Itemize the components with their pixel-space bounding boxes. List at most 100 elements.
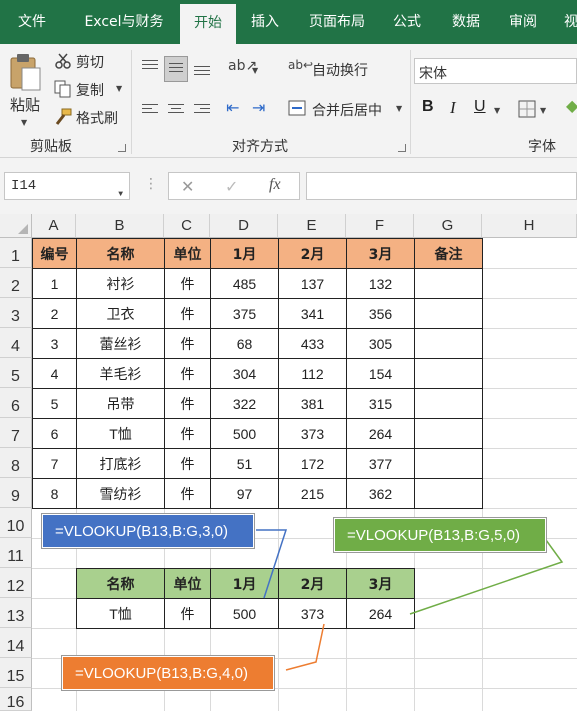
cell-mar[interactable]: 132 (346, 268, 415, 299)
row-header-9[interactable]: 9 (0, 478, 32, 508)
cell-name[interactable]: T恤 (76, 418, 165, 449)
decrease-indent-icon[interactable]: ⇤ (226, 98, 239, 117)
cell-note[interactable] (414, 448, 483, 479)
align-bottom-icon[interactable] (194, 66, 210, 78)
cell-note[interactable] (414, 298, 483, 329)
row-header-8[interactable]: 8 (0, 448, 32, 478)
cell-feb[interactable]: 381 (278, 388, 347, 419)
cell-unit[interactable]: 件 (164, 418, 211, 449)
lookup-header-mar[interactable]: 3月 (346, 568, 415, 599)
lookup-header-name[interactable]: 名称 (76, 568, 165, 599)
cell-mar[interactable]: 377 (346, 448, 415, 479)
align-left-icon[interactable] (142, 104, 158, 116)
column-header-g[interactable]: G (414, 214, 482, 238)
row-header-11[interactable]: 11 (0, 538, 32, 568)
cancel-icon[interactable]: ✕ (181, 177, 194, 196)
cell-name[interactable]: 蕾丝衫 (76, 328, 165, 359)
increase-indent-icon[interactable]: ⇥ (252, 98, 265, 117)
row-header-13[interactable]: 13 (0, 598, 32, 628)
cell-unit[interactable]: 件 (164, 328, 211, 359)
merge-center-button[interactable]: 合并后居中 ▼ (288, 96, 408, 120)
lookup-header-jan[interactable]: 1月 (210, 568, 279, 599)
underline-button[interactable]: U (474, 98, 486, 116)
column-header-a[interactable]: A (32, 214, 76, 238)
cell-id[interactable]: 7 (32, 448, 77, 479)
bold-button[interactable]: B (422, 98, 434, 116)
cell-id[interactable]: 3 (32, 328, 77, 359)
cell-jan[interactable]: 51 (210, 448, 279, 479)
insert-function-icon[interactable]: fx (269, 176, 281, 194)
cell-note[interactable] (414, 358, 483, 389)
clipboard-launcher-icon[interactable] (118, 144, 126, 152)
font-name-select[interactable]: 宋体 (414, 58, 577, 84)
cell-name[interactable]: 雪纺衫 (76, 478, 165, 509)
cell-id[interactable]: 1 (32, 268, 77, 299)
header-cell-mar[interactable]: 3月 (346, 238, 415, 269)
lookup-cell-jan[interactable]: 500 (210, 598, 279, 629)
paste-button[interactable]: 粘贴 ▼ (4, 50, 46, 130)
cell-feb[interactable]: 172 (278, 448, 347, 479)
header-cell-id[interactable]: 编号 (32, 238, 77, 269)
cell-feb[interactable]: 137 (278, 268, 347, 299)
cell-unit[interactable]: 件 (164, 358, 211, 389)
cell-note[interactable] (414, 268, 483, 299)
align-middle-icon[interactable] (164, 56, 188, 82)
cell-name[interactable]: 打底衫 (76, 448, 165, 479)
enter-icon[interactable]: ✓ (225, 177, 238, 196)
header-cell-jan[interactable]: 1月 (210, 238, 279, 269)
select-all-corner[interactable] (0, 214, 32, 238)
cell-name[interactable]: 卫衣 (76, 298, 165, 329)
tab-excel-finance[interactable]: Excel与财务 (72, 0, 176, 44)
italic-button[interactable]: I (450, 98, 456, 118)
cell-unit[interactable]: 件 (164, 268, 211, 299)
cell-id[interactable]: 4 (32, 358, 77, 389)
formula-input[interactable] (306, 172, 577, 200)
wrap-text-button[interactable]: ab↩ 自动换行 (288, 58, 378, 80)
cell-jan[interactable]: 500 (210, 418, 279, 449)
column-header-c[interactable]: C (164, 214, 210, 238)
cell-id[interactable]: 8 (32, 478, 77, 509)
borders-icon[interactable] (518, 100, 536, 118)
cell-mar[interactable]: 356 (346, 298, 415, 329)
cell-feb[interactable]: 341 (278, 298, 347, 329)
column-header-f[interactable]: F (346, 214, 414, 238)
cell-note[interactable] (414, 328, 483, 359)
copy-button[interactable]: 复制 ▼ (54, 78, 128, 100)
cell-name[interactable]: 羊毛衫 (76, 358, 165, 389)
column-header-e[interactable]: E (278, 214, 346, 238)
header-cell-name[interactable]: 名称 (76, 238, 165, 269)
cell-mar[interactable]: 154 (346, 358, 415, 389)
lookup-header-unit[interactable]: 单位 (164, 568, 211, 599)
row-header-10[interactable]: 10 (0, 508, 32, 538)
cell-id[interactable]: 5 (32, 388, 77, 419)
align-right-icon[interactable] (194, 104, 210, 116)
column-header-b[interactable]: B (76, 214, 164, 238)
cell-unit[interactable]: 件 (164, 448, 211, 479)
row-header-6[interactable]: 6 (0, 388, 32, 418)
tab-page-layout[interactable]: 页面布局 (298, 0, 376, 44)
tab-data[interactable]: 数据 (440, 0, 492, 44)
cell-name[interactable]: 吊带 (76, 388, 165, 419)
tab-insert[interactable]: 插入 (240, 0, 290, 44)
cell-name[interactable]: 衬衫 (76, 268, 165, 299)
cut-button[interactable]: 剪切 (54, 50, 124, 72)
cell-jan[interactable]: 375 (210, 298, 279, 329)
row-header-7[interactable]: 7 (0, 418, 32, 448)
lookup-header-feb[interactable]: 2月 (278, 568, 347, 599)
tab-home[interactable]: 开始 (180, 4, 236, 44)
cell-feb[interactable]: 373 (278, 418, 347, 449)
row-header-5[interactable]: 5 (0, 358, 32, 388)
cell-note[interactable] (414, 388, 483, 419)
header-cell-feb[interactable]: 2月 (278, 238, 347, 269)
row-header-12[interactable]: 12 (0, 568, 32, 598)
cell-unit[interactable]: 件 (164, 388, 211, 419)
cell-mar[interactable]: 305 (346, 328, 415, 359)
lookup-cell-name[interactable]: T恤 (76, 598, 165, 629)
tab-view[interactable]: 视 (556, 0, 577, 44)
lookup-cell-feb[interactable]: 373 (278, 598, 347, 629)
row-header-15[interactable]: 15 (0, 658, 32, 688)
lookup-cell-unit[interactable]: 件 (164, 598, 211, 629)
more-options-icon[interactable]: ⋮ (144, 176, 158, 192)
cell-jan[interactable]: 322 (210, 388, 279, 419)
cell-note[interactable] (414, 418, 483, 449)
